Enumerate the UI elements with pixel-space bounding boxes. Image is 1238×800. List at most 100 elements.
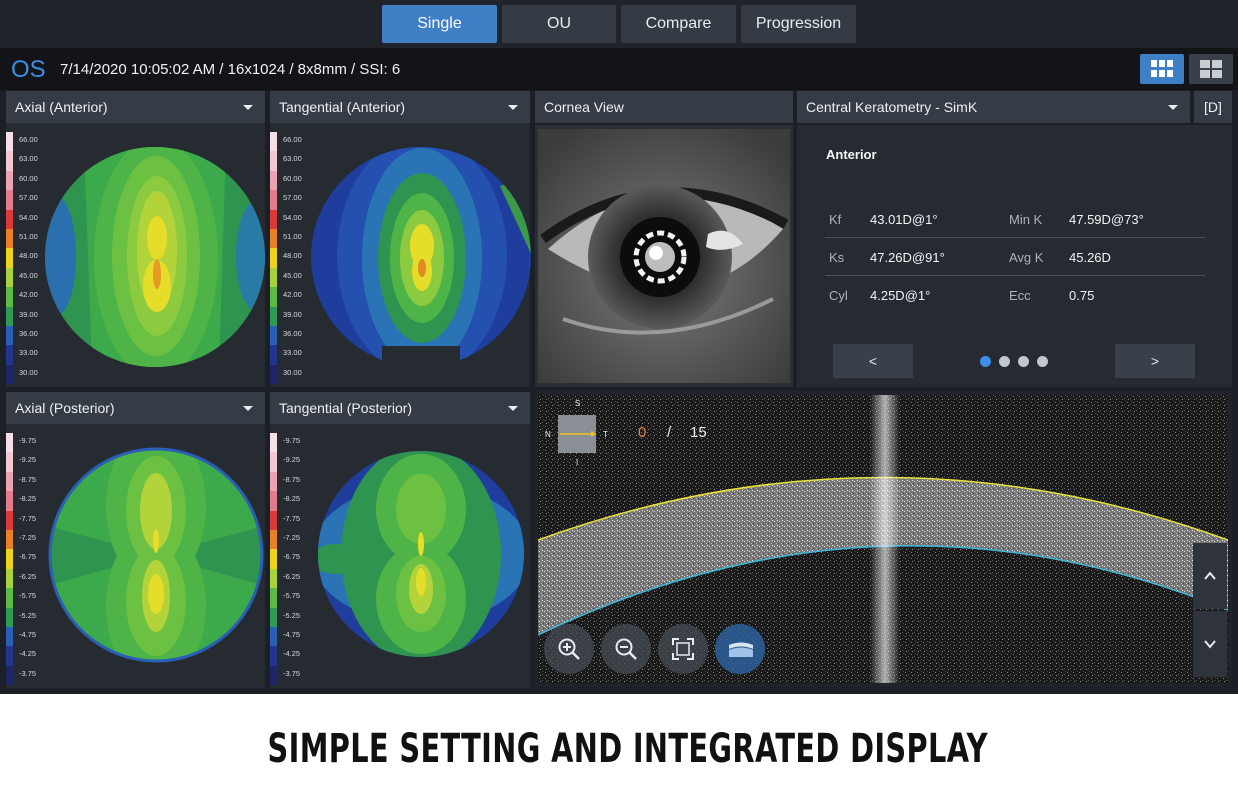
scale-step: 57.00 bbox=[270, 190, 310, 210]
scale-step: 48.00 bbox=[6, 248, 46, 268]
caption: SIMPLE SETTING AND INTEGRATED DISPLAY bbox=[267, 726, 988, 772]
min-k-value: 47.59D@73° bbox=[1069, 212, 1144, 227]
scroll-down-button[interactable] bbox=[1193, 611, 1227, 677]
page-dot-1[interactable] bbox=[980, 356, 991, 367]
arrow-right-icon bbox=[560, 431, 596, 437]
scale-swatch bbox=[270, 364, 277, 385]
scale-step: -9.25 bbox=[6, 452, 46, 472]
scale-label: 42.00 bbox=[283, 290, 302, 300]
tangential-posterior-map bbox=[318, 451, 524, 657]
keratometry-dropdown[interactable]: Central Keratometry - SimK bbox=[797, 91, 1190, 123]
fit-view-button[interactable] bbox=[658, 624, 708, 674]
tab-compare[interactable]: Compare bbox=[621, 5, 736, 43]
tab-ou[interactable]: OU bbox=[502, 5, 616, 43]
page-dot-4[interactable] bbox=[1037, 356, 1048, 367]
cornea-view-header: Cornea View bbox=[535, 91, 793, 123]
layout-3x2-button[interactable] bbox=[1140, 54, 1184, 84]
scale-label: -7.75 bbox=[283, 513, 301, 523]
scale-swatch bbox=[6, 626, 13, 647]
scale-step: 42.00 bbox=[6, 287, 46, 307]
scale-step: -9.75 bbox=[270, 433, 310, 453]
scale-swatch bbox=[270, 529, 277, 550]
scale-label: 51.00 bbox=[283, 231, 302, 241]
scale-step: -3.75 bbox=[6, 665, 46, 686]
scale-label: 63.00 bbox=[283, 154, 302, 164]
scale-label: 57.00 bbox=[283, 193, 302, 203]
scale-swatch bbox=[270, 228, 277, 249]
scale-step: -4.25 bbox=[270, 646, 310, 666]
scale-label: 60.00 bbox=[283, 173, 302, 183]
zoom-out-button[interactable] bbox=[601, 624, 651, 674]
scale-step: 63.00 bbox=[270, 151, 310, 171]
cyl-value: 4.25D@1° bbox=[870, 288, 931, 303]
layout-2x2-button[interactable] bbox=[1189, 54, 1233, 84]
scale-label: 30.00 bbox=[19, 367, 38, 377]
slice-total: 15 bbox=[690, 424, 707, 441]
unit-button[interactable]: [D] bbox=[1194, 91, 1232, 123]
tangential-posterior-dropdown[interactable]: Tangential (Posterior) bbox=[270, 392, 530, 424]
axial-posterior-color-scale: -9.75 -9.25 -8.75 -8.25 -7.75 -7.25 -6.75 -6.25… bbox=[6, 433, 46, 686]
scale-swatch bbox=[6, 151, 13, 171]
cornea-image bbox=[538, 129, 790, 383]
scale-step: -7.25 bbox=[270, 529, 310, 550]
keratometry-title: Central Keratometry - SimK bbox=[806, 99, 978, 115]
tab-progression[interactable]: Progression bbox=[741, 5, 856, 43]
kf-value: 43.01D@1° bbox=[870, 212, 938, 227]
scale-step: -7.75 bbox=[270, 510, 310, 530]
page-dot-3[interactable] bbox=[1018, 356, 1029, 367]
page-dot-2[interactable] bbox=[999, 356, 1010, 367]
scale-step: 60.00 bbox=[270, 170, 310, 191]
zoom-in-button[interactable] bbox=[544, 624, 594, 674]
tab-single[interactable]: Single bbox=[382, 5, 497, 43]
scale-swatch bbox=[6, 170, 13, 191]
scale-swatch bbox=[270, 471, 277, 492]
scale-step: 30.00 bbox=[270, 364, 310, 385]
scale-label: 54.00 bbox=[283, 212, 302, 222]
scale-swatch bbox=[6, 287, 13, 307]
scale-step: -6.75 bbox=[6, 549, 46, 569]
scale-swatch bbox=[270, 433, 277, 453]
axial-anterior-dropdown[interactable]: Axial (Anterior) bbox=[6, 91, 265, 123]
scale-label: -9.25 bbox=[19, 455, 37, 465]
next-page-button[interactable]: > bbox=[1115, 344, 1195, 378]
scale-swatch bbox=[6, 568, 13, 589]
scale-step: -4.75 bbox=[270, 626, 310, 647]
table-row: Ks 47.26D@91° Avg K 45.26D bbox=[825, 238, 1205, 276]
scale-label: -8.75 bbox=[19, 474, 37, 484]
ecc-label: Ecc bbox=[1009, 288, 1031, 303]
scroll-up-button[interactable] bbox=[1193, 543, 1227, 609]
scale-swatch bbox=[270, 549, 277, 569]
scale-label: -6.25 bbox=[283, 571, 301, 581]
scale-label: 66.00 bbox=[19, 135, 38, 144]
scale-swatch bbox=[6, 452, 13, 472]
scale-swatch bbox=[270, 345, 277, 365]
scale-swatch bbox=[6, 267, 13, 288]
chevron-up-icon bbox=[1204, 571, 1216, 580]
axial-anterior-map bbox=[45, 147, 265, 367]
scale-label: 45.00 bbox=[283, 270, 302, 280]
axial-anterior-color-scale: 66.00 63.00 60.00 57.00 54.00 51.00 48.00 45.00… bbox=[6, 132, 46, 385]
scale-swatch bbox=[6, 471, 13, 492]
scale-label: -9.75 bbox=[283, 436, 301, 445]
axial-posterior-dropdown[interactable]: Axial (Posterior) bbox=[6, 392, 265, 424]
tangential-anterior-dropdown[interactable]: Tangential (Anterior) bbox=[270, 91, 530, 123]
scale-swatch bbox=[270, 151, 277, 171]
zoom-out-icon bbox=[615, 638, 637, 660]
scale-label: -6.75 bbox=[283, 552, 301, 562]
scale-label: -8.75 bbox=[283, 474, 301, 484]
scale-swatch bbox=[6, 325, 13, 346]
scale-label: -4.25 bbox=[19, 649, 37, 659]
scale-swatch bbox=[6, 665, 13, 686]
scale-label: 45.00 bbox=[19, 270, 38, 280]
scale-label: 30.00 bbox=[283, 367, 302, 377]
scale-label: -4.75 bbox=[283, 629, 301, 639]
scale-step: 39.00 bbox=[270, 306, 310, 326]
scale-swatch bbox=[270, 626, 277, 647]
map-title: Axial (Anterior) bbox=[15, 99, 108, 115]
layer-view-button[interactable] bbox=[715, 624, 765, 674]
orientation-indicator bbox=[558, 415, 596, 453]
scale-step: -3.75 bbox=[270, 665, 310, 686]
prev-page-button[interactable]: < bbox=[833, 344, 913, 378]
scale-step: -6.25 bbox=[6, 568, 46, 589]
scale-label: -4.75 bbox=[19, 629, 37, 639]
